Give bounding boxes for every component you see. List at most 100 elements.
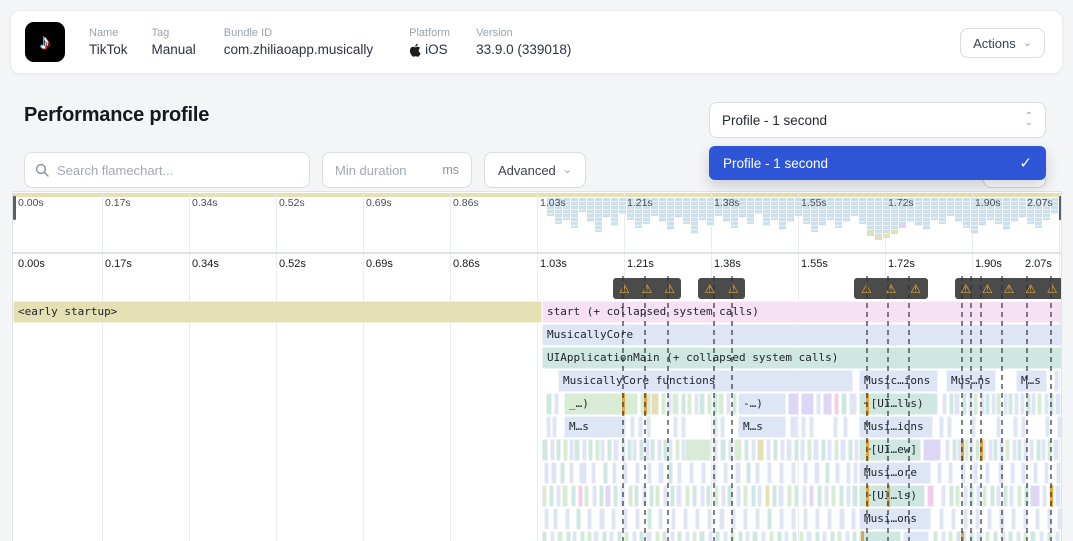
flame-frame-sliver[interactable]	[1041, 439, 1046, 461]
flame-frame-sliver[interactable]	[843, 416, 848, 438]
flame-frame-sliver[interactable]	[1021, 416, 1026, 438]
flame-frame-sliver[interactable]	[731, 508, 736, 530]
flame-frame-sliver[interactable]	[1001, 531, 1006, 541]
flame-frame-sliver[interactable]	[1011, 508, 1016, 530]
warning-badge-group[interactable]: ⚠⚠	[698, 278, 745, 299]
flame-frame-sliver[interactable]	[939, 416, 944, 438]
flame-frame-sliver[interactable]	[761, 531, 766, 541]
flame-frame-sliver[interactable]	[695, 508, 700, 530]
flame-frame-sliver[interactable]	[571, 485, 576, 507]
flame-frame-sliver[interactable]	[817, 485, 822, 507]
flame-frame-sliver[interactable]	[587, 531, 592, 541]
flame-frame-sliver[interactable]	[685, 531, 690, 541]
flame-frame-sliver[interactable]	[647, 462, 652, 484]
flame-frame-sliver[interactable]	[635, 508, 640, 530]
flame-frame-sliver[interactable]	[701, 462, 706, 484]
flame-frame-sliver[interactable]	[814, 462, 820, 484]
flame-frame-sliver[interactable]	[700, 485, 705, 507]
flame-frame-sliver[interactable]	[743, 508, 748, 530]
flame-frame-sliver[interactable]	[552, 416, 557, 438]
flame-frame-sliver[interactable]	[743, 485, 748, 507]
flame-frame-sliver[interactable]	[779, 508, 784, 530]
flame-frame-sliver[interactable]	[823, 393, 832, 415]
flame-frame-sliver[interactable]	[609, 531, 614, 541]
flame-frame-sliver[interactable]	[792, 531, 797, 541]
flame-frame-sliver[interactable]	[745, 531, 750, 541]
flame-frame-sliver[interactable]	[584, 485, 589, 507]
flame-frame-sliver[interactable]	[734, 439, 742, 461]
flame-frame-sliver[interactable]	[689, 462, 694, 484]
flame-frame-sliver[interactable]	[813, 439, 819, 461]
flame-frame-sliver[interactable]	[840, 439, 846, 461]
flame-frame[interactable]: Music…ions	[859, 370, 938, 392]
flame-frame-sliver[interactable]	[809, 416, 814, 438]
flame-frame-sliver[interactable]	[661, 393, 666, 415]
flame-frame-sliver[interactable]	[655, 531, 660, 541]
flame-frame-sliver[interactable]	[651, 393, 659, 415]
flame-frame-sliver[interactable]	[542, 439, 548, 461]
flame-frame-sliver[interactable]	[1008, 393, 1013, 415]
flame-frame-sliver[interactable]	[833, 416, 838, 438]
flame-frame-sliver[interactable]	[723, 462, 728, 484]
flame-frame[interactable]: M…s	[1016, 370, 1047, 392]
flame-frame-sliver[interactable]	[712, 462, 717, 484]
flame-frame-sliver[interactable]	[632, 531, 637, 541]
flame-frame-sliver[interactable]	[726, 393, 731, 415]
flame-frame-sliver[interactable]	[1009, 485, 1014, 507]
flame-frame-sliver[interactable]	[617, 531, 622, 541]
flame-frame-sliver[interactable]	[996, 416, 1001, 438]
flame-frame-sliver[interactable]	[996, 485, 1001, 507]
flame-frame-sliver[interactable]	[1047, 508, 1052, 530]
flame-frame-sliver[interactable]	[794, 439, 799, 461]
flame-frame-sliver[interactable]	[655, 485, 660, 507]
flame-frame-sliver[interactable]	[800, 439, 805, 461]
flame-frame-sliver[interactable]	[927, 485, 934, 507]
flame-frame-sliver[interactable]	[1003, 485, 1008, 507]
flame-frame-sliver[interactable]	[579, 462, 587, 484]
flame-frame-sliver[interactable]	[544, 508, 549, 530]
flame-frame-sliver[interactable]	[755, 462, 760, 484]
flame-frame-sliver[interactable]	[713, 439, 718, 461]
flame-frame-sliver[interactable]	[1047, 439, 1052, 461]
flame-frame-sliver[interactable]	[827, 439, 832, 461]
flame-frame-sliver[interactable]	[556, 485, 561, 507]
flame-frame-sliver[interactable]	[1055, 531, 1060, 541]
flame-frame-sliver[interactable]	[772, 485, 777, 507]
flame-frame-sliver[interactable]	[673, 416, 678, 438]
flame-frame-sliver[interactable]	[1030, 531, 1036, 541]
flame-frame-sliver[interactable]	[851, 508, 856, 530]
flame-frame-sliver[interactable]	[985, 531, 990, 541]
flame-frame-sliver[interactable]	[767, 508, 772, 530]
flame-frame-sliver[interactable]	[685, 485, 690, 507]
flame-frame-sliver[interactable]	[1033, 462, 1038, 484]
flame-frame-sliver[interactable]	[670, 531, 675, 541]
flame-frame-sliver[interactable]	[707, 508, 712, 530]
flame-frame-sliver[interactable]	[706, 485, 711, 507]
flame-frame-sliver[interactable]	[687, 393, 692, 415]
flame-frame-sliver[interactable]	[628, 485, 633, 507]
flame-frame-sliver[interactable]	[923, 439, 941, 461]
flame-frame-sliver[interactable]	[699, 393, 705, 415]
flame-frame-sliver[interactable]	[801, 393, 814, 415]
flame-frame-sliver[interactable]	[1010, 462, 1015, 484]
flame-frame[interactable]: start (+ collapsed system calls)	[542, 301, 1062, 323]
flame-frame-sliver[interactable]	[1030, 485, 1040, 507]
flame-frame-sliver[interactable]	[821, 439, 826, 461]
flame-frame-sliver[interactable]	[757, 485, 762, 507]
flame-frame-sliver[interactable]	[809, 485, 814, 507]
flame-frame-sliver[interactable]	[1037, 393, 1042, 415]
flame-frame-sliver[interactable]	[837, 531, 842, 541]
flame-frame-sliver[interactable]	[592, 485, 597, 507]
flame-frame-sliver[interactable]	[713, 416, 718, 438]
flame-frame[interactable]: Musi…ore	[859, 462, 931, 484]
flame-frame-sliver[interactable]	[714, 485, 719, 507]
flame-frame-sliver[interactable]	[542, 485, 547, 507]
flame-frame-sliver[interactable]	[780, 439, 785, 461]
flame-frame-sliver[interactable]	[985, 393, 990, 415]
flame-frame[interactable]: Mus…ns	[946, 370, 996, 392]
flame-frame-sliver[interactable]	[621, 439, 626, 461]
flame-frame[interactable]: _…)	[564, 393, 638, 415]
flame-frame-sliver[interactable]	[941, 531, 946, 541]
advanced-button[interactable]: Advanced ⌄	[484, 152, 586, 188]
flame-frame-sliver[interactable]	[845, 531, 850, 541]
